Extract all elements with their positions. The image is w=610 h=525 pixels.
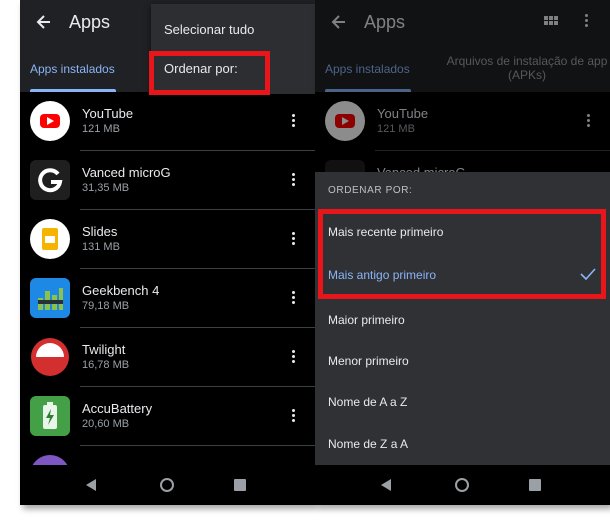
app-name: AccuBattery <box>82 401 153 416</box>
app-list: YouTube 121 MB Vanced microG 31,35 MB Sl… <box>20 92 315 465</box>
highlight-box <box>149 51 270 95</box>
app-size: 31,35 MB <box>82 182 130 194</box>
slides-icon <box>30 219 70 259</box>
screenshot-composite: Apps Apps instalados YouTube 121 MB Vanc… <box>0 0 610 525</box>
app-icon <box>30 455 70 465</box>
sort-option-name-a-z[interactable]: Nome de A a Z <box>328 395 407 409</box>
list-item[interactable]: Vanced microG 31,35 MB <box>20 151 315 210</box>
app-name: YouTube <box>82 106 134 121</box>
list-item[interactable]: Twilight 16,78 MB <box>20 328 315 387</box>
more-options-icon[interactable] <box>285 407 301 427</box>
accubattery-icon <box>30 396 70 436</box>
menu-item-select-all[interactable]: Selecionar tudo <box>164 22 254 37</box>
sort-option-smallest-first[interactable]: Menor primeiro <box>328 354 409 368</box>
nav-home-icon[interactable] <box>455 478 469 492</box>
list-item[interactable] <box>20 446 315 465</box>
app-size: 20,60 MB <box>82 418 130 430</box>
more-options-icon[interactable] <box>285 348 301 368</box>
app-size: 131 MB <box>82 241 120 253</box>
sort-option-largest-first[interactable]: Maior primeiro <box>328 313 405 327</box>
more-options-icon[interactable] <box>285 230 301 250</box>
youtube-icon <box>30 101 70 141</box>
list-item[interactable]: Geekbench 4 79,18 MB <box>20 269 315 328</box>
highlight-box <box>318 209 606 299</box>
nav-back-icon[interactable] <box>381 479 391 491</box>
nav-recents-icon[interactable] <box>529 479 541 491</box>
nav-back-icon[interactable] <box>86 479 96 491</box>
more-options-icon[interactable] <box>285 289 301 309</box>
system-navigation-bar <box>20 465 315 505</box>
app-name: Vanced microG <box>82 165 171 180</box>
app-name: Slides <box>82 224 118 239</box>
sort-option-name-z-a[interactable]: Nome de Z a A <box>328 437 408 451</box>
sheet-header: ORDENAR POR: <box>328 185 413 196</box>
more-options-icon[interactable] <box>285 171 301 191</box>
back-arrow-icon[interactable] <box>34 12 54 32</box>
nav-home-icon[interactable] <box>160 478 174 492</box>
nav-recents-icon[interactable] <box>234 479 246 491</box>
app-name: Geekbench 4 <box>82 283 160 298</box>
vanced-microg-icon <box>30 160 70 200</box>
page-title: Apps <box>69 12 111 32</box>
twilight-icon <box>30 337 70 377</box>
geekbench-icon <box>30 278 70 318</box>
app-size: 121 MB <box>82 123 120 135</box>
list-item[interactable]: YouTube 121 MB <box>20 92 315 151</box>
system-navigation-bar <box>315 465 610 505</box>
list-item[interactable]: AccuBattery 20,60 MB <box>20 387 315 446</box>
list-item[interactable]: Slides 131 MB <box>20 210 315 269</box>
tab-installed-apps[interactable]: Apps instalados <box>30 62 115 76</box>
more-options-icon[interactable] <box>285 112 301 132</box>
app-size: 16,78 MB <box>82 359 130 371</box>
app-name: Twilight <box>82 342 126 357</box>
right-phone-screen: Apps Apps instalados Arquivos de instala… <box>315 0 610 505</box>
app-size: 79,18 MB <box>82 300 130 312</box>
left-phone-screen: Apps Apps instalados YouTube 121 MB Vanc… <box>20 0 315 505</box>
